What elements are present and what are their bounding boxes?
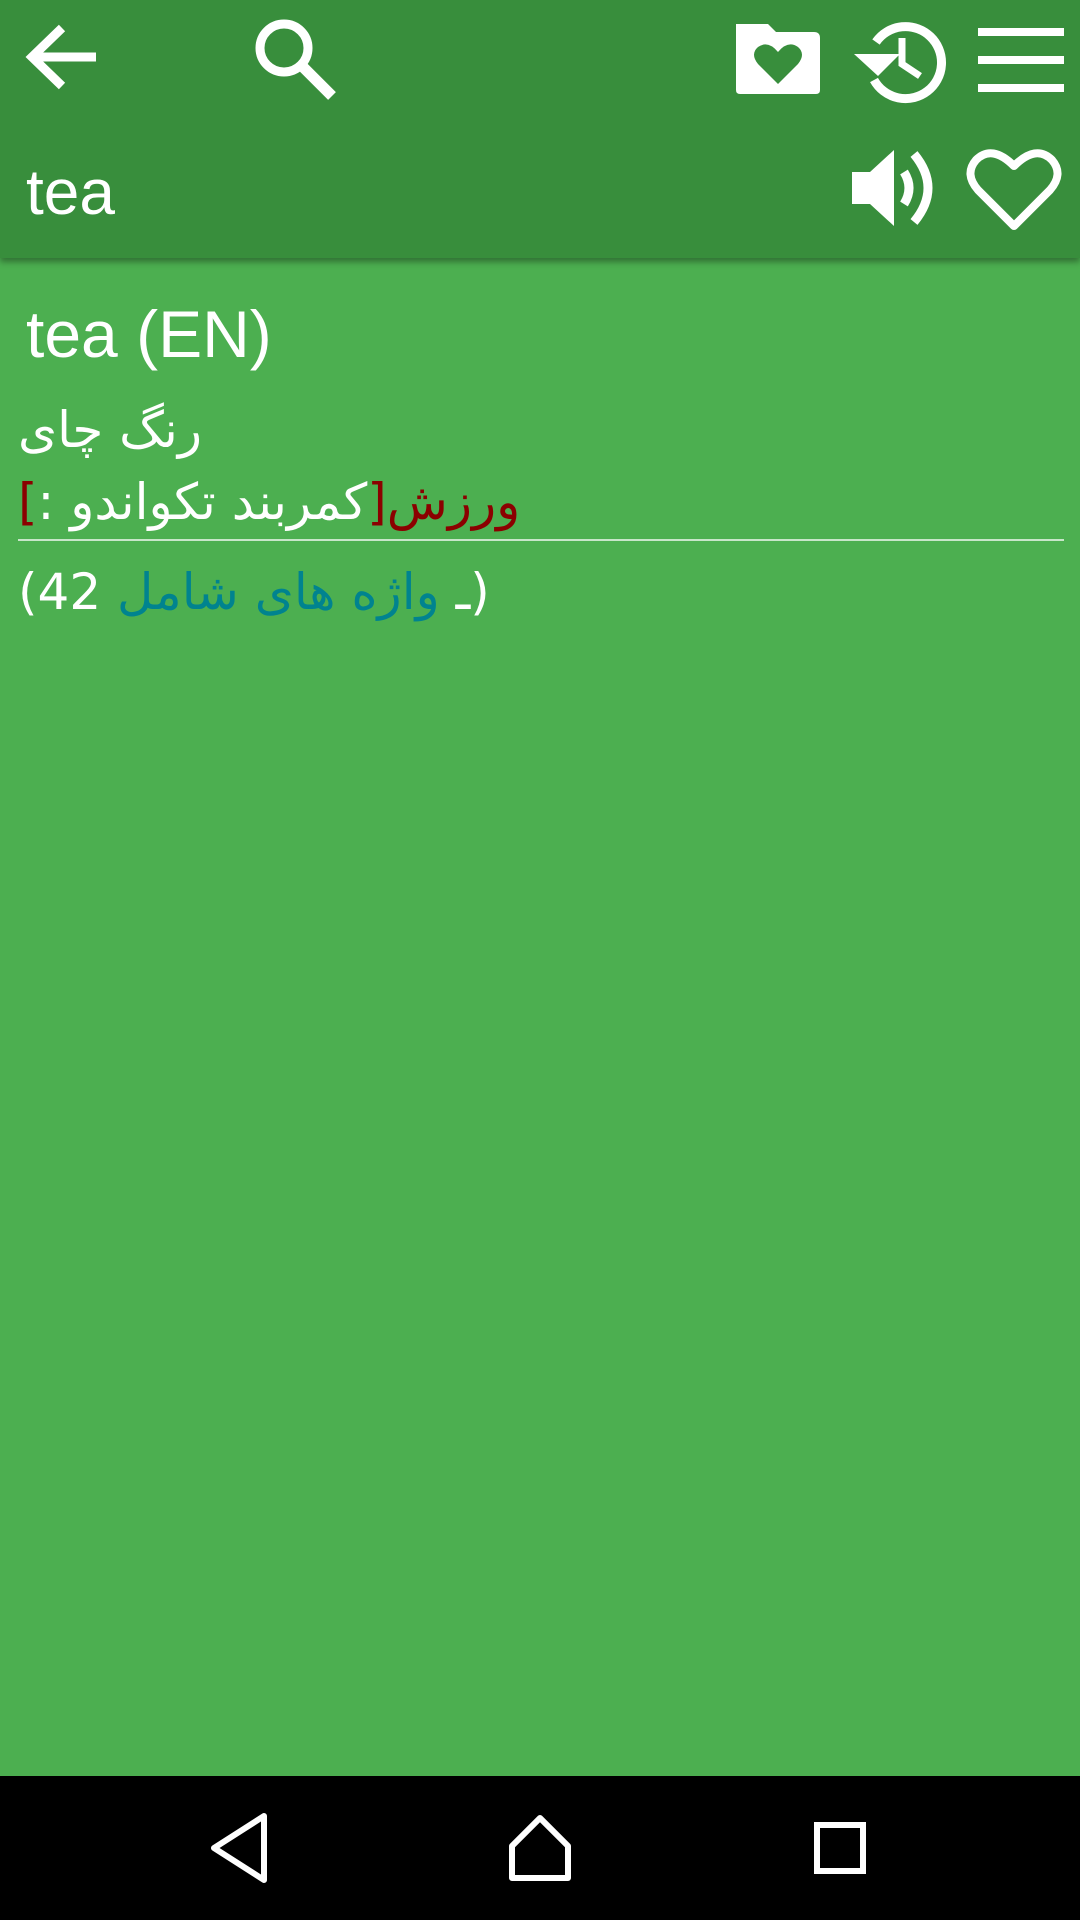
- definition-line: [: کمربند تکواندو]ورزش: [18, 470, 520, 534]
- related-words-row[interactable]: (42 ـ واژه های شامل): [18, 560, 490, 624]
- category-close-bracket: ]: [367, 473, 387, 531]
- nav-home-button[interactable]: [498, 1806, 582, 1890]
- definition-text: : کمربند تکواندو: [37, 473, 368, 531]
- menu-icon: [978, 28, 1064, 92]
- search-word[interactable]: tea: [26, 152, 115, 232]
- nav-back-icon: [211, 1813, 267, 1883]
- heart-outline-icon: [966, 149, 1062, 230]
- nav-back-button[interactable]: [200, 1806, 284, 1890]
- top-toolbar: tea: [0, 0, 1080, 258]
- nav-home-icon: [509, 1815, 571, 1881]
- definition-line: رنگ چای: [18, 398, 202, 462]
- entry-title: tea (EN): [26, 297, 272, 371]
- favorites-folder-button[interactable]: [728, 14, 828, 104]
- history-button[interactable]: [848, 10, 948, 110]
- nav-recent-apps-button[interactable]: [798, 1806, 882, 1890]
- search-button[interactable]: [250, 14, 340, 104]
- definition-text: رنگ چای: [18, 401, 202, 459]
- category-open-bracket: [: [18, 473, 38, 531]
- add-favorite-button[interactable]: [964, 138, 1064, 238]
- menu-button[interactable]: [972, 14, 1072, 104]
- back-button[interactable]: [14, 14, 104, 104]
- speak-button[interactable]: [846, 138, 946, 238]
- related-count: (42: [18, 563, 102, 621]
- folder-heart-icon: [736, 24, 820, 94]
- arrow-left-icon: [25, 24, 96, 90]
- definition-content: tea (EN) رنگ چای [: کمربند تکواندو]ورزش …: [0, 258, 1080, 1776]
- speaker-icon: [852, 150, 933, 226]
- app-root: tea tea (EN) رنگ چای [: کمربند تکواندو]و…: [0, 0, 1080, 1920]
- history-icon: [854, 22, 946, 104]
- related-words-link[interactable]: واژه های شامل: [117, 563, 440, 621]
- divider: [18, 539, 1064, 541]
- search-icon: [255, 19, 336, 100]
- nav-recent-apps-icon: [814, 1822, 866, 1874]
- category-label: ورزش: [386, 473, 521, 531]
- android-nav-bar: [0, 1776, 1080, 1920]
- related-close-paren: ): [470, 563, 490, 621]
